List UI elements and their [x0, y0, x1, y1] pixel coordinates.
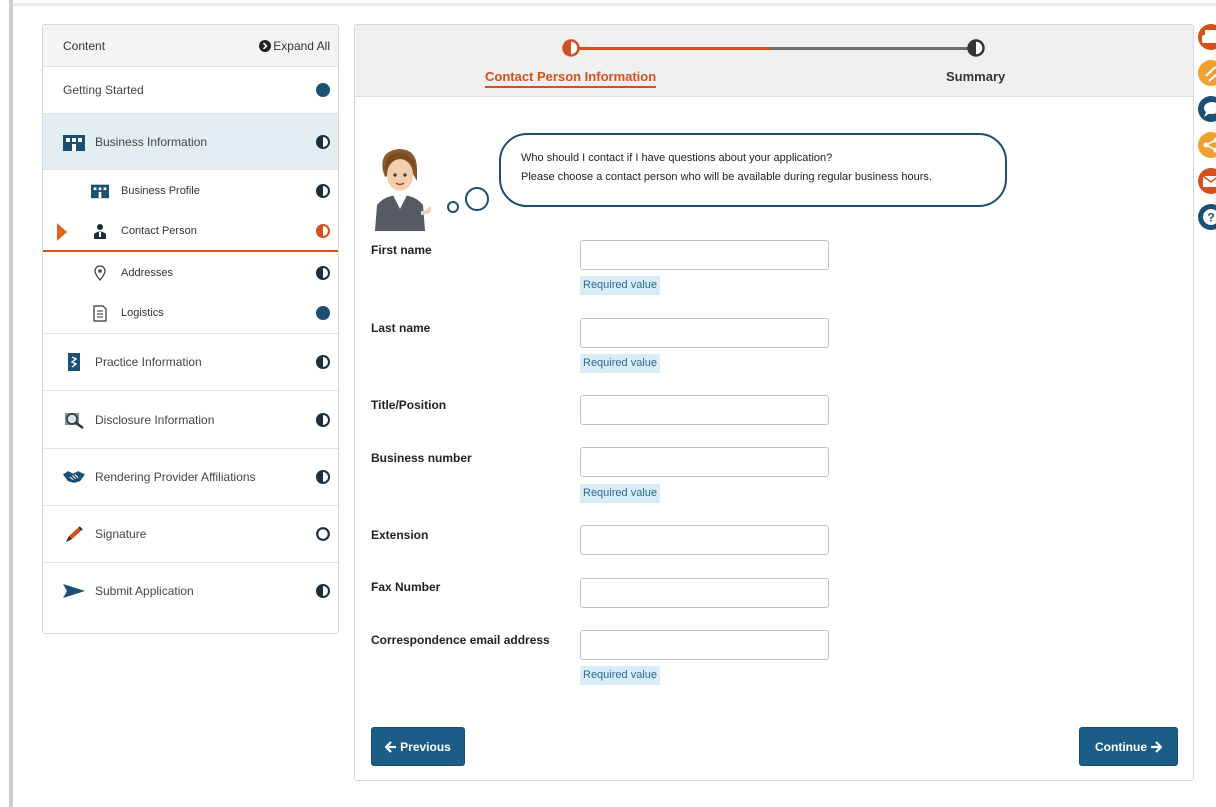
active-indicator-arrow: [57, 223, 67, 241]
sidebar-item-rendering-provider-affiliations[interactable]: Rendering Provider Affiliations: [43, 449, 338, 506]
sidebar-item-label: Signature: [95, 527, 147, 541]
sidebar-item-submit-application[interactable]: Submit Application: [43, 563, 338, 619]
previous-button-label: Previous: [400, 739, 451, 754]
step-connector-pending: [770, 47, 973, 50]
last-name-required-hint: Required value: [580, 354, 660, 373]
status-partial-icon: [316, 265, 330, 280]
last-name-input[interactable]: [580, 318, 829, 348]
first-name-required-hint: Required value: [580, 276, 660, 295]
print-icon[interactable]: [1198, 24, 1216, 50]
title-position-input[interactable]: [580, 395, 829, 425]
help-icon[interactable]: ?: [1198, 204, 1216, 230]
svg-text:?: ?: [1207, 211, 1214, 225]
fax-number-label: Fax Number: [371, 580, 441, 594]
step-pending-node-icon: [967, 39, 985, 57]
status-complete-icon: [316, 306, 330, 320]
fax-number-input[interactable]: [580, 578, 829, 608]
step-active-node-icon: [562, 39, 580, 57]
sidebar-item-label: Business Information: [95, 134, 208, 149]
status-partial-icon: [316, 134, 330, 149]
expand-all-button[interactable]: Expand All: [259, 39, 330, 53]
bubble-line-2: Please choose a contact person who will …: [521, 171, 932, 183]
title-position-label: Title/Position: [371, 398, 447, 412]
correspondence-email-input[interactable]: [580, 630, 829, 660]
status-complete-icon: [316, 83, 330, 97]
step-contact-person-information[interactable]: Contact Person Information: [485, 69, 657, 88]
business-number-input[interactable]: [580, 447, 829, 477]
attachment-icon[interactable]: [1198, 60, 1216, 86]
correspondence-email-required-hint: Required value: [580, 666, 660, 685]
continue-button[interactable]: Continue: [1079, 727, 1178, 766]
status-partial-icon: [316, 470, 330, 484]
chat-icon[interactable]: [1198, 96, 1216, 122]
sidebar-item-label: Disclosure Information: [95, 412, 215, 427]
sidebar-subitem-label: Business Profile: [121, 184, 200, 197]
sidebar-item-label: Rendering Provider Affiliations: [95, 470, 256, 484]
assistant-avatar: [375, 149, 431, 231]
extension-label: Extension: [371, 528, 429, 542]
business-number-label: Business number: [371, 451, 472, 465]
sidebar-subitem-label: Addresses: [121, 266, 173, 279]
building-icon: [63, 133, 85, 151]
step-connector-completed: [577, 47, 770, 50]
document-list-icon: [91, 304, 109, 322]
handshake-icon: [63, 468, 85, 486]
top-divider: [13, 3, 1216, 6]
sidebar-subitem-business-profile[interactable]: Business Profile: [43, 170, 338, 211]
status-partial-icon: [316, 584, 330, 598]
sidebar-item-business-information[interactable]: Business Information: [43, 114, 338, 170]
main-panel: Contact Person Information Summary Who s…: [354, 24, 1194, 781]
medical-document-icon: [63, 353, 85, 371]
previous-button[interactable]: Previous: [371, 727, 465, 766]
continue-button-label: Continue: [1095, 739, 1147, 754]
sidebar-item-practice-information[interactable]: Practice Information: [43, 334, 338, 391]
content-sidebar: Content Expand All Getting Started Busin…: [42, 24, 339, 634]
thought-dot-small: [447, 201, 459, 213]
status-empty-icon: [316, 527, 330, 541]
sidebar-subitem-contact-person[interactable]: Contact Person: [43, 211, 338, 252]
business-number-required-hint: Required value: [580, 484, 660, 503]
status-partial-icon: [316, 183, 330, 198]
bubble-line-1: Who should I contact if I have questions…: [521, 152, 833, 164]
magnifier-document-icon: [63, 411, 85, 429]
share-icon[interactable]: [1198, 132, 1216, 158]
send-icon: [63, 582, 85, 600]
chevron-right-circle-icon: [259, 39, 272, 52]
sidebar-subitem-addresses[interactable]: Addresses: [43, 252, 338, 293]
extension-input[interactable]: [580, 525, 829, 555]
sidebar-item-getting-started[interactable]: Getting Started: [43, 67, 338, 114]
sidebar-item-signature[interactable]: Signature: [43, 506, 338, 563]
status-partial-icon: [316, 355, 330, 369]
correspondence-email-label: Correspondence email address: [371, 633, 550, 647]
assistant-message: Who should I contact if I have questions…: [371, 133, 1011, 233]
expand-all-label: Expand All: [273, 38, 330, 53]
thought-dot-large: [465, 187, 489, 211]
last-name-label: Last name: [371, 321, 431, 335]
person-icon: [91, 222, 109, 240]
sidebar-header: Content Expand All: [43, 25, 338, 67]
building-icon: [91, 182, 109, 200]
window-left-border: [9, 0, 13, 807]
sidebar-subitem-label: Contact Person: [121, 224, 197, 237]
arrow-right-icon: [1151, 740, 1162, 753]
speech-bubble: Who should I contact if I have questions…: [499, 133, 1007, 207]
arrow-left-icon: [385, 740, 397, 753]
sidebar-item-label: Submit Application: [95, 584, 194, 598]
first-name-input[interactable]: [580, 240, 829, 270]
mail-icon[interactable]: [1198, 168, 1216, 194]
step-summary[interactable]: Summary: [946, 69, 1005, 84]
sidebar-subitem-logistics[interactable]: Logistics: [43, 293, 338, 334]
pen-icon: [63, 525, 85, 543]
sidebar-subitem-label: Logistics: [121, 307, 164, 319]
step-progress-bar: Contact Person Information Summary: [355, 25, 1193, 97]
sidebar-item-label: Practice Information: [95, 355, 202, 369]
sidebar-item-disclosure-information[interactable]: Disclosure Information: [43, 391, 338, 449]
first-name-label: First name: [371, 243, 432, 257]
status-active-icon: [316, 223, 330, 238]
location-pin-icon: [91, 264, 109, 282]
status-partial-icon: [316, 412, 330, 427]
sidebar-item-label: Getting Started: [63, 83, 144, 97]
sidebar-title: Content: [63, 38, 106, 53]
